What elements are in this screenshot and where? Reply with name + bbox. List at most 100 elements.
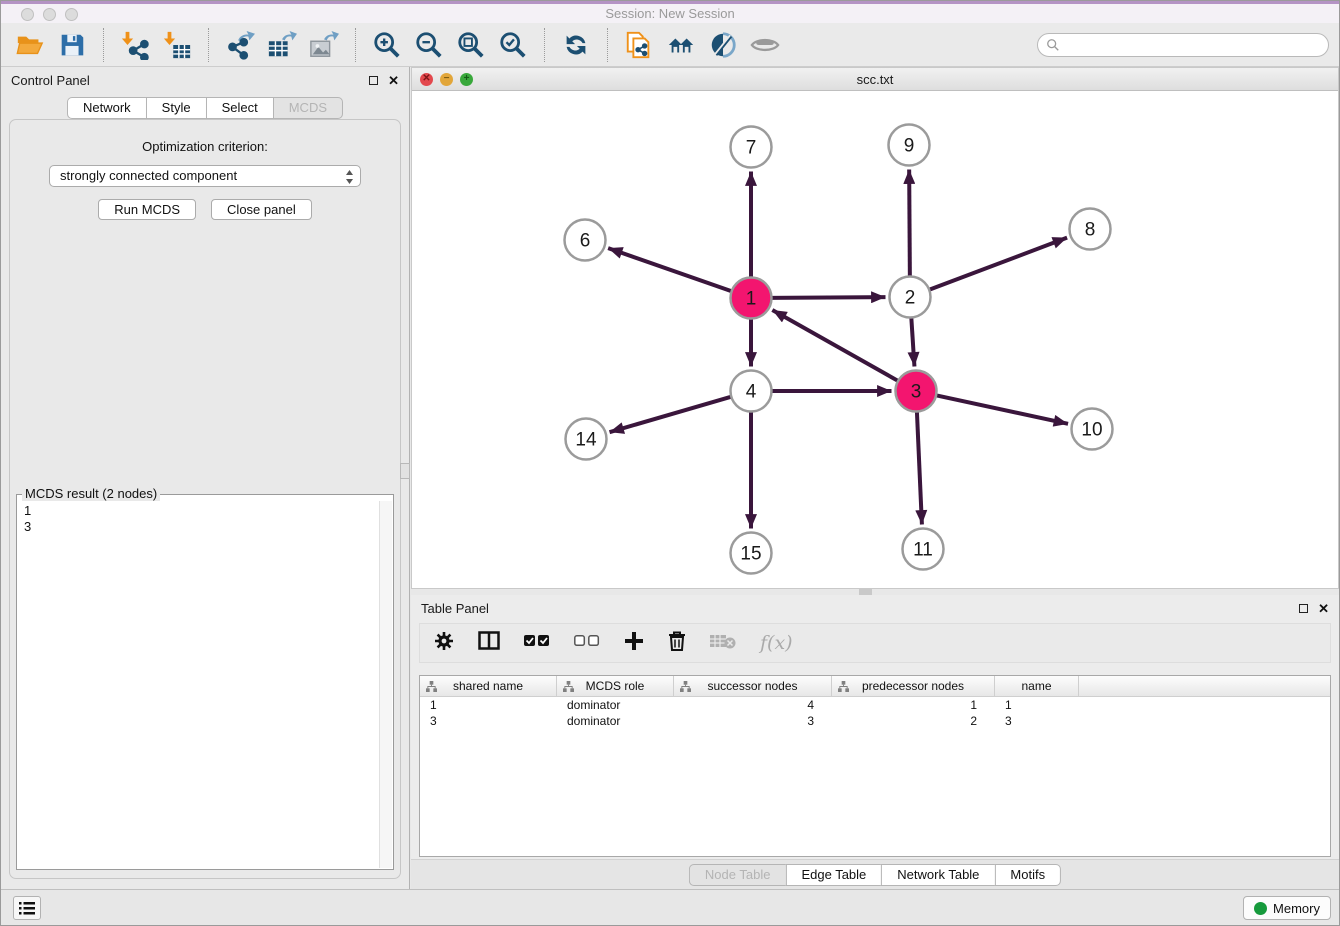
close-panel-icon[interactable]: ✕ xyxy=(388,75,399,86)
refresh-icon[interactable] xyxy=(559,28,593,62)
export-network-icon[interactable] xyxy=(223,28,257,62)
mcds-tab-content: Optimization criterion: strongly connect… xyxy=(9,119,401,879)
cell-successor-nodes[interactable]: 3 xyxy=(674,713,832,729)
network-canvas[interactable]: 7 9 6 8 1 2 4 3 14 10 15 11 xyxy=(412,91,1338,588)
tab-mcds[interactable]: MCDS xyxy=(273,97,343,119)
edge-3-11[interactable] xyxy=(917,411,922,524)
column-header-name[interactable]: name xyxy=(995,676,1079,696)
tab-network-table[interactable]: Network Table xyxy=(881,864,994,886)
edge-2-9[interactable] xyxy=(909,169,910,276)
save-session-icon[interactable] xyxy=(55,28,89,62)
cell-MCDS-role[interactable]: dominator xyxy=(557,713,674,729)
tab-motifs[interactable]: Motifs xyxy=(994,864,1061,886)
zoom-out-icon[interactable] xyxy=(412,28,446,62)
float-panel-icon[interactable] xyxy=(369,76,378,85)
task-history-button[interactable] xyxy=(13,896,41,920)
zoom-selected-icon[interactable] xyxy=(496,28,530,62)
select-all-checks-icon[interactable] xyxy=(524,634,550,652)
cell-name[interactable]: 3 xyxy=(995,713,1079,729)
tab-select[interactable]: Select xyxy=(206,97,273,119)
edge-3-1[interactable] xyxy=(772,310,898,381)
window-titlebar: Session: New Session xyxy=(1,1,1339,23)
vertical-splitter-grip[interactable] xyxy=(400,463,410,479)
export-image-icon[interactable] xyxy=(307,28,341,62)
cell-predecessor-nodes[interactable]: 1 xyxy=(832,697,995,713)
node-4[interactable]: 4 xyxy=(731,371,772,412)
maximize-window-button[interactable] xyxy=(65,8,78,21)
column-header-predecessor-nodes[interactable]: predecessor nodes xyxy=(832,676,995,696)
first-neighbors-icon[interactable] xyxy=(664,28,698,62)
cell-successor-nodes[interactable]: 4 xyxy=(674,697,832,713)
column-layout-icon[interactable] xyxy=(478,631,500,655)
table-row[interactable]: 3dominator323 xyxy=(420,713,1330,729)
node-1[interactable]: 1 xyxy=(731,278,772,319)
close-panel-button[interactable]: Close panel xyxy=(211,199,312,220)
node-7[interactable]: 7 xyxy=(731,127,772,168)
delete-table-icon[interactable] xyxy=(710,633,736,654)
tab-edge-table[interactable]: Edge Table xyxy=(785,864,881,886)
search-input[interactable] xyxy=(1060,35,1328,55)
apply-function-icon[interactable]: f(x) xyxy=(760,632,793,654)
clone-network-icon[interactable] xyxy=(622,28,656,62)
node-15[interactable]: 15 xyxy=(731,533,772,574)
close-window-button[interactable] xyxy=(21,8,34,21)
node-10[interactable]: 10 xyxy=(1072,409,1113,450)
float-table-panel-icon[interactable] xyxy=(1299,604,1308,613)
mcds-result-list[interactable]: 13 xyxy=(18,501,379,868)
export-table-icon[interactable] xyxy=(265,28,299,62)
cell-predecessor-nodes[interactable]: 2 xyxy=(832,713,995,729)
cell-shared-name[interactable]: 1 xyxy=(420,697,557,713)
column-header-successor-nodes[interactable]: successor nodes xyxy=(674,676,832,696)
table-toolbar: f(x) xyxy=(419,623,1331,663)
zoom-in-icon[interactable] xyxy=(370,28,404,62)
maximize-network-button[interactable]: + xyxy=(460,73,473,86)
add-column-icon[interactable] xyxy=(624,631,644,656)
cell-MCDS-role[interactable]: dominator xyxy=(557,697,674,713)
settings-gear-icon[interactable] xyxy=(434,631,454,656)
control-panel: Control Panel ✕ NetworkStyleSelectMCDS O… xyxy=(1,67,410,889)
node-2[interactable]: 2 xyxy=(890,277,931,318)
network-graph[interactable]: 7 9 6 8 1 2 4 3 14 10 15 11 xyxy=(412,91,1338,588)
tab-network[interactable]: Network xyxy=(67,97,146,119)
memory-button[interactable]: Memory xyxy=(1243,896,1331,920)
edge-1-2[interactable] xyxy=(771,297,885,298)
zoom-fit-icon[interactable] xyxy=(454,28,488,62)
edge-2-3[interactable] xyxy=(911,317,914,366)
tab-node-table[interactable]: Node Table xyxy=(689,864,786,886)
column-header-shared-name[interactable]: shared name xyxy=(420,676,557,696)
close-network-button[interactable]: ✕ xyxy=(420,73,433,86)
tab-style[interactable]: Style xyxy=(146,97,206,119)
hide-graphics-details-icon[interactable] xyxy=(706,28,740,62)
deselect-all-checks-icon[interactable] xyxy=(574,634,600,652)
column-header-MCDS-role[interactable]: MCDS role xyxy=(557,676,674,696)
node-9[interactable]: 9 xyxy=(889,125,930,166)
node-11[interactable]: 11 xyxy=(903,529,944,570)
open-session-icon[interactable] xyxy=(13,28,47,62)
node-3[interactable]: 3 xyxy=(896,371,937,412)
window-title: Session: New Session xyxy=(1,4,1339,23)
node-14[interactable]: 14 xyxy=(566,419,607,460)
search-field[interactable] xyxy=(1037,33,1329,57)
run-mcds-button[interactable]: Run MCDS xyxy=(98,199,196,220)
edge-1-6[interactable] xyxy=(608,248,732,291)
close-table-panel-icon[interactable]: ✕ xyxy=(1318,603,1329,614)
show-hide-eye-icon[interactable] xyxy=(748,28,782,62)
edge-2-8[interactable] xyxy=(929,238,1067,290)
edge-4-14[interactable] xyxy=(610,397,732,432)
minimize-window-button[interactable] xyxy=(43,8,56,21)
import-network-icon[interactable] xyxy=(118,28,152,62)
optimization-criterion-select[interactable]: strongly connected component xyxy=(49,165,361,187)
import-table-icon[interactable] xyxy=(160,28,194,62)
cell-shared-name[interactable]: 3 xyxy=(420,713,557,729)
node-6[interactable]: 6 xyxy=(565,220,606,261)
delete-column-icon[interactable] xyxy=(668,631,686,656)
node-8[interactable]: 8 xyxy=(1070,209,1111,250)
svg-text:2: 2 xyxy=(905,288,916,309)
result-scrollbar[interactable] xyxy=(379,501,392,868)
cell-name[interactable]: 1 xyxy=(995,697,1079,713)
edge-3-10[interactable] xyxy=(936,395,1068,424)
svg-text:3: 3 xyxy=(911,382,922,403)
network-view-window: ✕ − + scc.txt 7968124314101511 xyxy=(411,67,1339,589)
minimize-network-button[interactable]: − xyxy=(440,73,453,86)
table-row[interactable]: 1dominator411 xyxy=(420,697,1330,713)
